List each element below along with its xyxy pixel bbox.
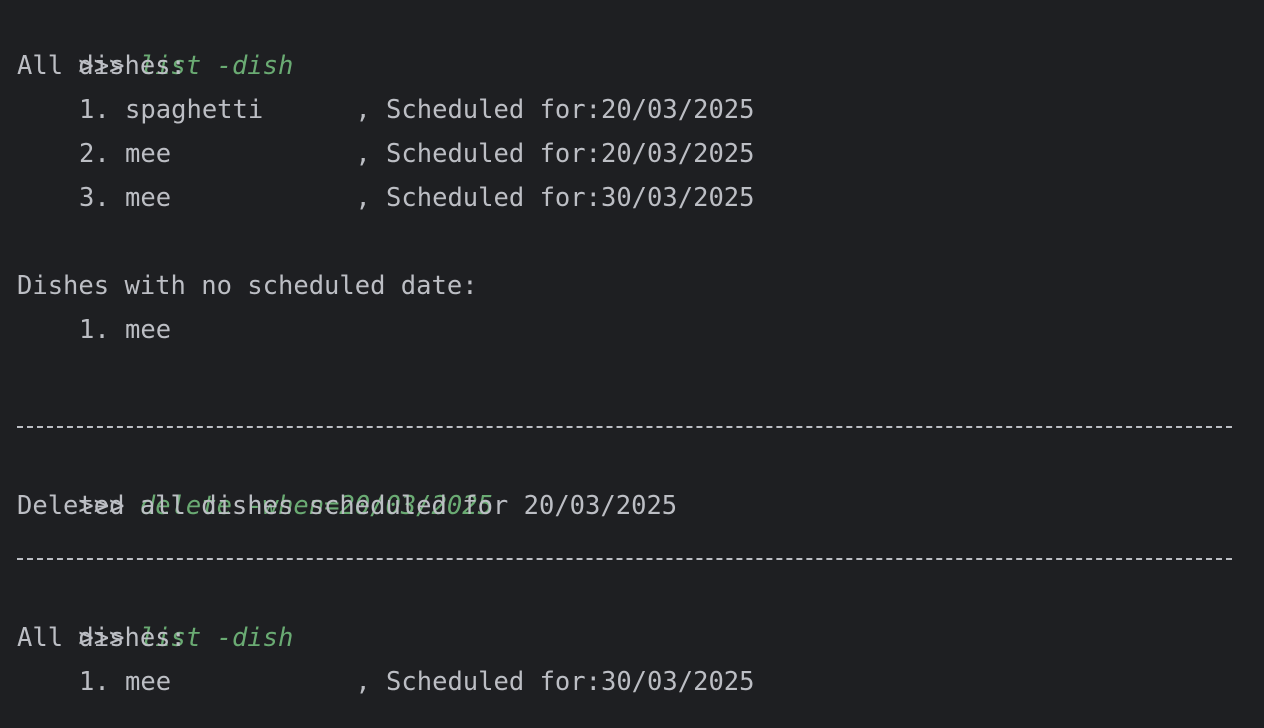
unscheduled-dish-item: 1. mee xyxy=(79,315,172,345)
unscheduled-heading: Dishes with no scheduled date: xyxy=(17,271,478,301)
all-dishes-heading: All dishes: xyxy=(17,51,186,81)
dish-list-item: 1. spaghetti , Scheduled for:20/03/2025 xyxy=(79,95,755,125)
command-line: >>> list -dish xyxy=(17,572,293,653)
separator-line xyxy=(17,426,1232,428)
all-dishes-heading: All dishes: xyxy=(17,623,186,653)
command-output: Deleted all dishes scheduled for 20/03/2… xyxy=(17,491,678,521)
dish-list-item: 3. mee , Scheduled for:30/03/2025 xyxy=(79,183,755,213)
command-line: >>> delete -when=20/03/2025 xyxy=(17,440,493,521)
separator-line xyxy=(17,558,1232,560)
terminal-output: >>> list -dish All dishes: 1. spaghetti … xyxy=(0,0,1264,728)
command-line: >>> list -dish xyxy=(17,0,293,81)
dish-list-item: 1. mee , Scheduled for:30/03/2025 xyxy=(79,667,755,697)
dish-list-item: 2. mee , Scheduled for:20/03/2025 xyxy=(79,139,755,169)
